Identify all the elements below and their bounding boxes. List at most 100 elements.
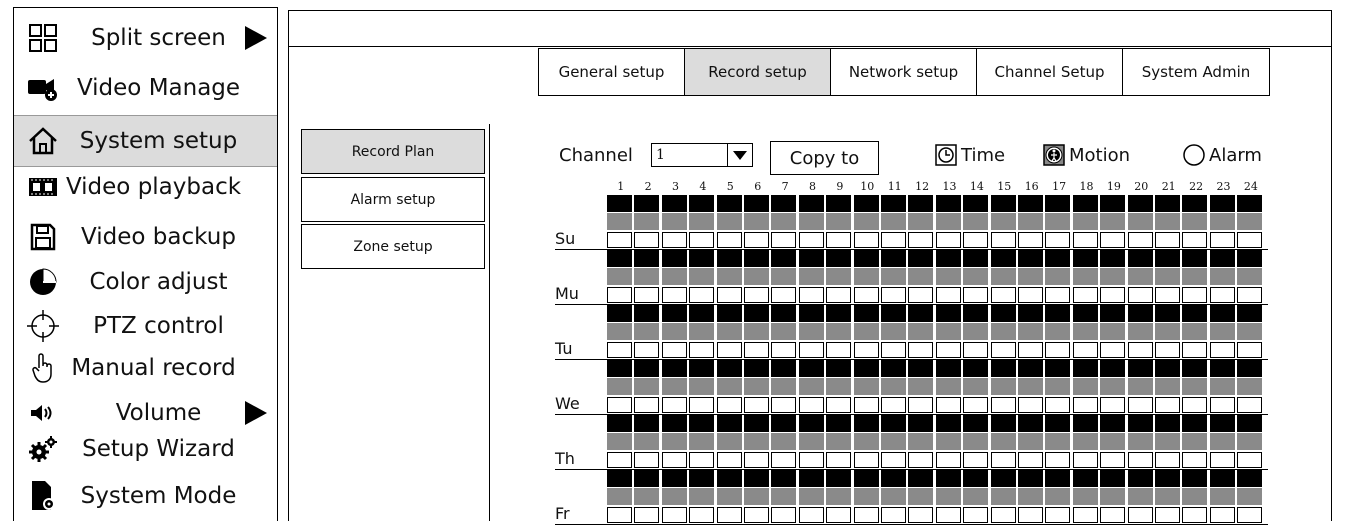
alarm-cell[interactable]: [1182, 342, 1208, 358]
time-cell[interactable]: [990, 305, 1016, 322]
alarm-cell[interactable]: [1100, 342, 1126, 358]
time-cell[interactable]: [744, 470, 769, 487]
time-cell[interactable]: [607, 195, 632, 212]
time-cell[interactable]: [1018, 250, 1043, 267]
motion-cell[interactable]: [771, 433, 797, 450]
legend-time[interactable]: Time: [935, 144, 1005, 166]
time-cell[interactable]: [963, 195, 989, 212]
motion-cell[interactable]: [661, 213, 687, 230]
time-cell[interactable]: [661, 470, 687, 487]
motion-cell[interactable]: [1182, 323, 1208, 340]
alarm-cell[interactable]: [1100, 232, 1126, 248]
alarm-cell[interactable]: [1182, 232, 1208, 248]
time-cell[interactable]: [1072, 195, 1098, 212]
motion-cell[interactable]: [689, 323, 715, 340]
alarm-cell[interactable]: [1045, 342, 1071, 358]
alarm-cell[interactable]: [771, 287, 797, 303]
alarm-cell[interactable]: [853, 397, 879, 413]
alarm-cell[interactable]: [1155, 287, 1180, 303]
time-cell[interactable]: [1209, 250, 1235, 267]
alarm-cell[interactable]: [963, 342, 989, 358]
alarm-cell[interactable]: [607, 452, 632, 468]
alarm-cell[interactable]: [963, 232, 989, 248]
time-cell[interactable]: [689, 305, 715, 322]
alarm-cell[interactable]: [1127, 232, 1153, 248]
motion-cell[interactable]: [1045, 488, 1071, 505]
motion-cell[interactable]: [935, 213, 961, 230]
motion-cell[interactable]: [744, 378, 769, 395]
time-cell[interactable]: [634, 470, 660, 487]
legend-motion[interactable]: Motion: [1043, 144, 1130, 166]
motion-cell[interactable]: [798, 323, 824, 340]
motion-cell[interactable]: [935, 433, 961, 450]
time-cell[interactable]: [1182, 250, 1208, 267]
alarm-cell[interactable]: [1155, 452, 1180, 468]
menu-item-manual-record[interactable]: Manual record: [14, 348, 277, 388]
alarm-cell[interactable]: [716, 397, 742, 413]
time-cell[interactable]: [1127, 415, 1153, 432]
motion-cell[interactable]: [634, 378, 660, 395]
time-cell[interactable]: [935, 195, 961, 212]
time-cell[interactable]: [689, 360, 715, 377]
motion-cell[interactable]: [771, 213, 797, 230]
alarm-cell[interactable]: [935, 342, 961, 358]
motion-cell[interactable]: [661, 433, 687, 450]
menu-item-video-manage[interactable]: Video Manage: [14, 68, 277, 108]
motion-cell[interactable]: [1072, 268, 1098, 285]
motion-cell[interactable]: [1209, 488, 1235, 505]
alarm-cell[interactable]: [771, 232, 797, 248]
motion-cell[interactable]: [990, 488, 1016, 505]
time-cell[interactable]: [1237, 470, 1263, 487]
time-cell[interactable]: [1155, 195, 1180, 212]
alarm-cell[interactable]: [744, 452, 769, 468]
motion-cell[interactable]: [1045, 378, 1071, 395]
motion-cell[interactable]: [689, 378, 715, 395]
motion-cell[interactable]: [935, 488, 961, 505]
alarm-cell[interactable]: [990, 397, 1016, 413]
time-cell[interactable]: [1018, 415, 1043, 432]
alarm-cell[interactable]: [1237, 452, 1263, 468]
motion-cell[interactable]: [1100, 378, 1126, 395]
motion-cell[interactable]: [1127, 213, 1153, 230]
time-cell[interactable]: [853, 250, 879, 267]
motion-cell[interactable]: [1072, 488, 1098, 505]
time-cell[interactable]: [935, 470, 961, 487]
motion-cell[interactable]: [881, 378, 906, 395]
time-cell[interactable]: [908, 360, 934, 377]
time-cell[interactable]: [716, 195, 742, 212]
alarm-cell[interactable]: [689, 397, 715, 413]
motion-cell[interactable]: [881, 213, 906, 230]
motion-cell[interactable]: [1209, 213, 1235, 230]
alarm-cell[interactable]: [881, 287, 906, 303]
time-cell[interactable]: [744, 195, 769, 212]
time-cell[interactable]: [716, 470, 742, 487]
tab-network-setup[interactable]: Network setup: [830, 48, 977, 96]
time-cell[interactable]: [771, 305, 797, 322]
time-cell[interactable]: [607, 415, 632, 432]
alarm-cell[interactable]: [716, 452, 742, 468]
alarm-cell[interactable]: [689, 452, 715, 468]
alarm-cell[interactable]: [1072, 232, 1098, 248]
motion-cell[interactable]: [1127, 488, 1153, 505]
alarm-cell[interactable]: [1018, 397, 1043, 413]
motion-cell[interactable]: [798, 213, 824, 230]
time-cell[interactable]: [881, 470, 906, 487]
alarm-cell[interactable]: [1209, 452, 1235, 468]
alarm-cell[interactable]: [1237, 342, 1263, 358]
motion-cell[interactable]: [607, 268, 632, 285]
time-cell[interactable]: [853, 360, 879, 377]
tab-channel-setup[interactable]: Channel Setup: [976, 48, 1123, 96]
alarm-cell[interactable]: [1209, 232, 1235, 248]
motion-cell[interactable]: [607, 378, 632, 395]
alarm-cell[interactable]: [1155, 342, 1180, 358]
time-cell[interactable]: [826, 250, 852, 267]
motion-cell[interactable]: [908, 213, 934, 230]
time-cell[interactable]: [935, 415, 961, 432]
alarm-cell[interactable]: [881, 232, 906, 248]
alarm-cell[interactable]: [744, 397, 769, 413]
alarm-cell[interactable]: [744, 232, 769, 248]
motion-cell[interactable]: [826, 268, 852, 285]
motion-cell[interactable]: [963, 323, 989, 340]
motion-cell[interactable]: [661, 488, 687, 505]
time-cell[interactable]: [661, 415, 687, 432]
